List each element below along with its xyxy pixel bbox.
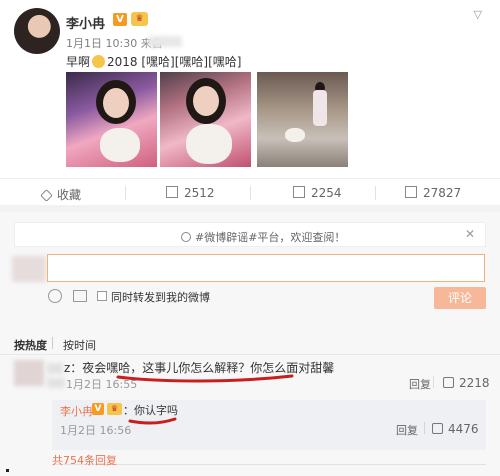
reply-author-name[interactable]: 李小冉 xyxy=(60,403,93,419)
photo-person xyxy=(313,90,327,126)
crown-badge-icon: ♛ xyxy=(131,12,148,26)
tab-sort-by-time[interactable]: 按时间 xyxy=(63,337,96,353)
post-text-post: 2018 [嘿哈][嘿哈][嘿哈] xyxy=(107,55,242,69)
weibo-post-card: 李小冉 V ♛ ▽ 1月1日 10:30 来自 早啊 2018 [嘿哈][嘿哈][… xyxy=(0,0,500,205)
like-button[interactable]: 27827 xyxy=(405,186,461,200)
post-text-pre: 早啊 xyxy=(66,55,91,69)
divider xyxy=(125,186,126,200)
photo-face xyxy=(193,86,219,116)
repost-count: 2512 xyxy=(184,186,215,200)
notice-label: #微博辟谣#平台，欢迎查阅！ xyxy=(195,231,346,244)
favorite-button[interactable]: 收藏 xyxy=(40,186,82,203)
crown-badge-icon: ♛ xyxy=(107,403,122,415)
repost-icon xyxy=(166,186,178,198)
sync-repost-label: 同时转发到我的微博 xyxy=(111,291,210,304)
my-avatar xyxy=(12,256,46,282)
emoji-picker-icon[interactable] xyxy=(48,289,62,303)
post-photo-1[interactable] xyxy=(66,72,157,167)
post-photo-2[interactable] xyxy=(160,72,251,167)
blurred-commenter-name xyxy=(47,363,63,374)
photo-dog xyxy=(186,124,232,164)
info-icon xyxy=(181,232,191,242)
photo-dog xyxy=(100,128,140,162)
blurred-source xyxy=(148,36,182,47)
reply-like-count: 4476 xyxy=(448,422,479,436)
comment-reply-button[interactable]: 回复 xyxy=(409,376,431,392)
divider xyxy=(52,337,53,349)
blurred-date-part xyxy=(47,378,65,388)
verified-v-badge: V xyxy=(113,13,127,26)
thumbs-up-icon xyxy=(443,377,454,388)
smile-emoji-icon xyxy=(92,55,106,68)
like-count: 27827 xyxy=(423,186,462,200)
reply-reply-button[interactable]: 回复 xyxy=(396,422,418,438)
author-avatar[interactable] xyxy=(14,8,60,54)
divider xyxy=(424,422,425,434)
comment-like-button[interactable]: 2218 xyxy=(443,376,490,390)
divider xyxy=(433,376,434,388)
photo-dog xyxy=(285,128,305,142)
divider xyxy=(375,186,376,200)
sync-repost-checkbox[interactable] xyxy=(97,291,107,301)
star-icon xyxy=(40,189,53,202)
comment-count: 2254 xyxy=(311,186,342,200)
favorite-label: 收藏 xyxy=(57,188,82,202)
divider xyxy=(0,354,500,355)
reply-text: ：你认字吗 xyxy=(123,404,178,417)
author-name[interactable]: 李小冉 xyxy=(66,13,105,32)
comment-section: #微博辟谣#平台，欢迎查阅！ ✕ 同时转发到我的微博 评论 按热度 按时间 z：… xyxy=(0,212,500,476)
close-icon[interactable]: ✕ xyxy=(465,227,475,241)
rumor-notice-banner[interactable]: #微博辟谣#平台，欢迎查阅！ ✕ xyxy=(14,222,486,247)
notice-text: #微博辟谣#平台，欢迎查阅！ xyxy=(181,229,345,245)
repost-button[interactable]: 2512 xyxy=(166,186,215,200)
total-replies-link[interactable]: 共754条回复 xyxy=(52,452,117,468)
photo-face xyxy=(103,88,129,118)
chevron-down-icon[interactable]: ▽ xyxy=(474,8,482,21)
divider xyxy=(250,186,251,200)
divider xyxy=(0,178,500,179)
image-upload-icon[interactable] xyxy=(73,290,87,302)
comment-date: 1月2日 16:55 xyxy=(66,378,138,391)
commenter-avatar[interactable] xyxy=(14,360,44,386)
thumbs-up-icon xyxy=(405,186,417,198)
tab-sort-by-hot[interactable]: 按热度 xyxy=(14,337,47,353)
comment-input[interactable] xyxy=(47,254,485,282)
verified-v-badge: V xyxy=(92,403,104,415)
comment-text: z：夜会嘿哈，这事儿你怎么解释？你怎么面对甜馨 xyxy=(64,361,335,375)
reply-date: 1月2日 16:56 xyxy=(60,424,132,437)
comment-icon xyxy=(293,186,305,198)
stray-dot xyxy=(6,469,9,472)
divider xyxy=(52,464,486,465)
comment-button[interactable]: 2254 xyxy=(293,186,342,200)
thumbs-up-icon xyxy=(432,423,443,434)
post-text: 早啊 2018 [嘿哈][嘿哈][嘿哈] xyxy=(66,53,241,70)
post-photo-3[interactable] xyxy=(257,72,348,167)
submit-comment-button[interactable]: 评论 xyxy=(434,287,486,309)
comment-like-count: 2218 xyxy=(459,376,490,390)
reply-like-button[interactable]: 4476 xyxy=(432,422,479,436)
author-reply: 李小冉 V ♛ ：你认字吗 1月2日 16:56 回复 4476 xyxy=(52,400,486,450)
